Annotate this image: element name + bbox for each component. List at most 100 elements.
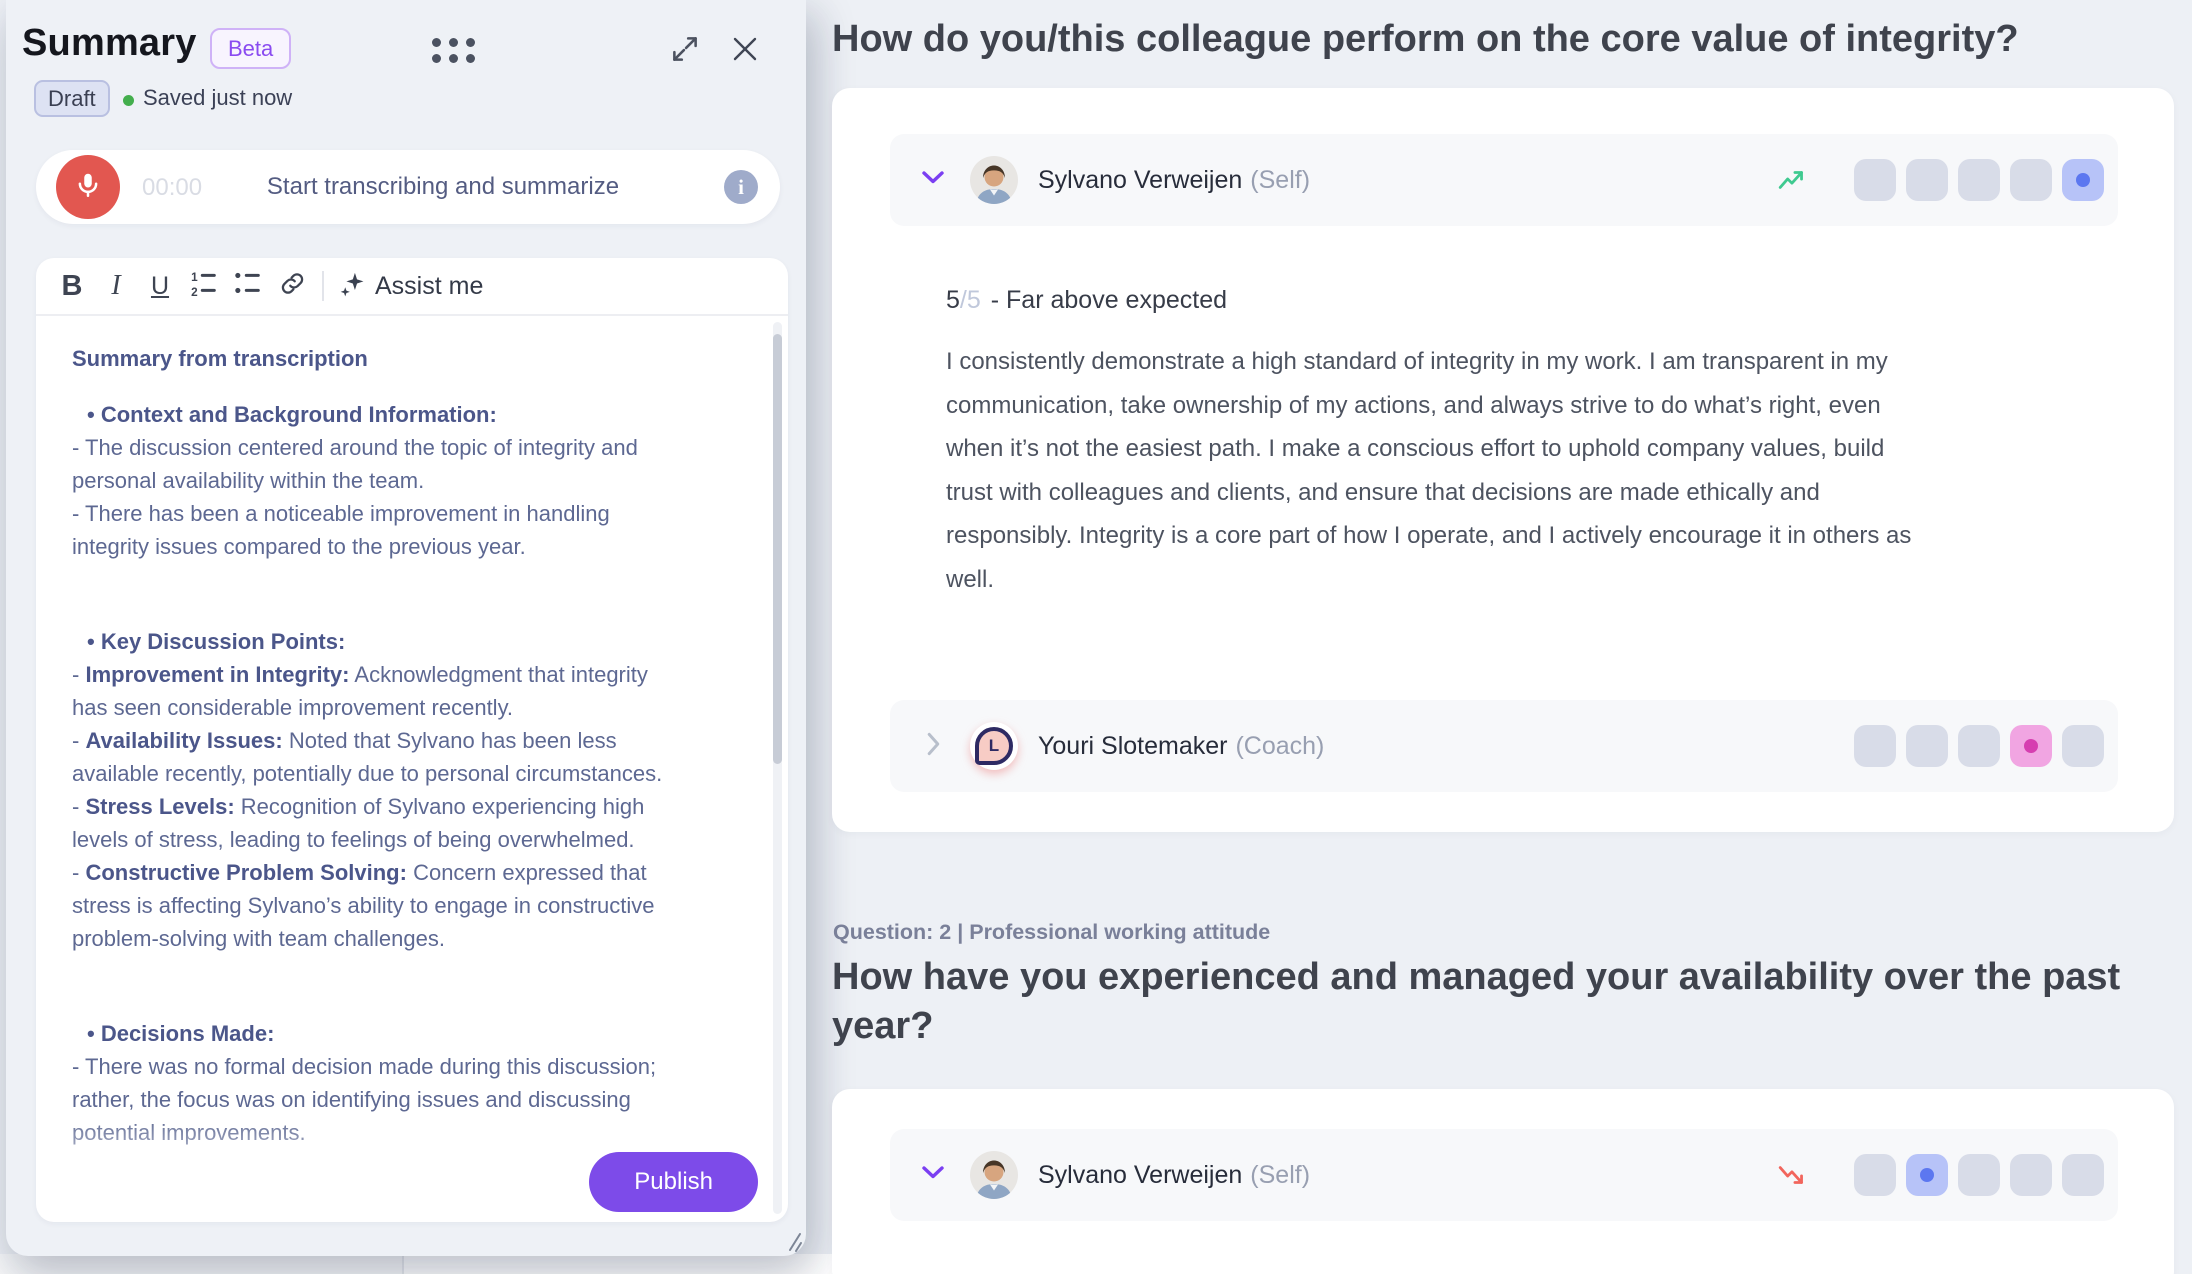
editor-paragraph: - Improvement in Integrity: Acknowledgme… [72,658,672,724]
link-icon [279,270,306,302]
drag-dots-icon[interactable] [432,38,475,63]
trend-down-icon [1774,1161,1812,1189]
expand-row-button[interactable] [918,731,948,762]
chevron-right-icon [926,731,941,762]
answer-body-text: I consistently demonstrate a high standa… [946,340,1926,601]
page: Summary Beta Draft Saved just now [0,0,2192,1274]
editor-paragraph: Summary from transcription [72,342,672,375]
rating-square-4[interactable] [2010,159,2052,201]
ordered-list-button[interactable]: 1 2 [182,266,226,306]
bullet-list-icon [233,269,263,304]
panel-resize-handle[interactable] [776,1226,804,1254]
editor-paragraph: - Stress Levels: Recognition of Sylvano … [72,790,672,856]
question1-card: Sylvano Verweijen(Self) 5/5 - Far above e… [832,88,2174,832]
saved-indicator-dot [123,95,134,106]
editor-paragraph: - Constructive Problem Solving: Concern … [72,856,672,955]
collapse-button[interactable] [918,170,948,190]
answer-row-sylvano-q2[interactable]: Sylvano Verweijen(Self) [890,1129,2118,1221]
editor-paragraph: - Availability Issues: Noted that Sylvan… [72,724,672,790]
rating-square-5[interactable] [2062,159,2104,201]
ordered-list-icon: 1 2 [189,269,219,304]
editor-paragraph: - The discussion centered around the top… [72,431,672,497]
question1-title: How do you/this colleague perform on the… [832,18,2192,61]
editor-paragraph: • Context and Background Information: [72,398,687,431]
beta-badge: Beta [210,28,291,69]
rating-squares [1854,725,2104,767]
summary-panel: Summary Beta Draft Saved just now [6,0,806,1256]
avatar [970,1151,1018,1199]
score-max: /5 [960,286,981,314]
reviewer-name: Sylvano Verweijen(Self) [1038,1161,1774,1190]
speech-bubble-clock-icon: L [975,727,1013,765]
recording-timer: 00:00 [142,174,202,202]
assist-me-button[interactable]: Assist me [338,270,483,303]
record-button[interactable] [56,155,120,219]
bold-button[interactable]: B [50,266,94,306]
rating-squares [1854,159,2104,201]
close-button[interactable] [722,28,768,74]
bullet-list-button[interactable] [226,266,270,306]
trend-up-icon [1774,166,1812,194]
chevron-down-icon [921,170,945,190]
answer-row-sylvano-q1[interactable]: Sylvano Verweijen(Self) [890,134,2118,226]
score-value: 5 [946,286,960,314]
collapse-button[interactable] [918,1165,948,1185]
assist-me-label: Assist me [375,272,483,301]
question2-card: Sylvano Verweijen(Self) [832,1089,2174,1274]
close-icon [729,33,761,70]
status-badge: Draft [34,80,110,117]
question2-meta: Question: 2 | Professional working attit… [833,920,1270,945]
underlying-divider [402,1254,404,1274]
sparkle-icon [338,270,366,303]
rating-square-2[interactable] [1906,1154,1948,1196]
svg-text:1: 1 [191,270,198,283]
rating-square-2[interactable] [1906,159,1948,201]
publish-button[interactable]: Publish [589,1152,758,1212]
expand-icon [668,32,702,71]
underline-button[interactable]: U [138,266,182,306]
reviewer-role: (Self) [1250,166,1310,194]
transcribe-cta-label: Start transcribing and summarize [216,173,670,201]
rating-square-3[interactable] [1958,1154,2000,1196]
score-line: 5/5 - Far above expected [946,286,1227,315]
transcribe-bar[interactable]: 00:00 Start transcribing and summarize i [36,150,780,224]
summary-editor-content[interactable]: Summary from transcription • Context and … [36,316,770,1222]
rating-square-1[interactable] [1854,159,1896,201]
link-button[interactable] [270,266,314,306]
info-icon[interactable]: i [724,170,758,204]
chevron-down-icon [921,1165,945,1185]
page-bottom-strip [0,1254,832,1274]
editor-toolbar: B I U 1 2 [36,258,788,316]
reviewer-name: Sylvano Verweijen(Self) [1038,166,1774,195]
rating-squares [1854,1154,2104,1196]
score-label: - Far above expected [991,286,1227,314]
rating-square-2[interactable] [1906,725,1948,767]
answer-row-youri-q1[interactable]: L Youri Slotemaker(Coach) [890,700,2118,792]
expand-button[interactable] [662,28,708,74]
toolbar-divider [322,271,324,301]
reviewer-role: (Coach) [1235,732,1324,760]
saved-status-text: Saved just now [143,85,292,111]
avatar [970,156,1018,204]
rating-square-4[interactable] [2010,725,2052,767]
rating-square-4[interactable] [2010,1154,2052,1196]
underlying-sidebar-edge [0,1254,402,1274]
rating-square-3[interactable] [1958,159,2000,201]
rating-square-3[interactable] [1958,725,2000,767]
rating-square-1[interactable] [1854,1154,1896,1196]
rating-square-5[interactable] [2062,725,2104,767]
coach-logo-avatar: L [970,722,1018,770]
reviewer-role: (Self) [1250,1161,1310,1189]
editor-paragraph: • Decisions Made: [72,1017,687,1050]
editor-paragraph: • Key Discussion Points: [72,625,687,658]
rating-square-1[interactable] [1854,725,1896,767]
italic-button[interactable]: I [94,266,138,306]
svg-text:2: 2 [191,285,198,298]
summary-editor-card: B I U 1 2 [36,258,788,1222]
panel-title: Summary [22,22,197,65]
reviewer-name: Youri Slotemaker(Coach) [1038,732,1854,761]
microphone-icon [73,170,103,205]
rating-square-5[interactable] [2062,1154,2104,1196]
editor-scrollbar-thumb[interactable] [773,334,782,764]
question2-title: How have you experienced and managed you… [832,953,2172,1051]
